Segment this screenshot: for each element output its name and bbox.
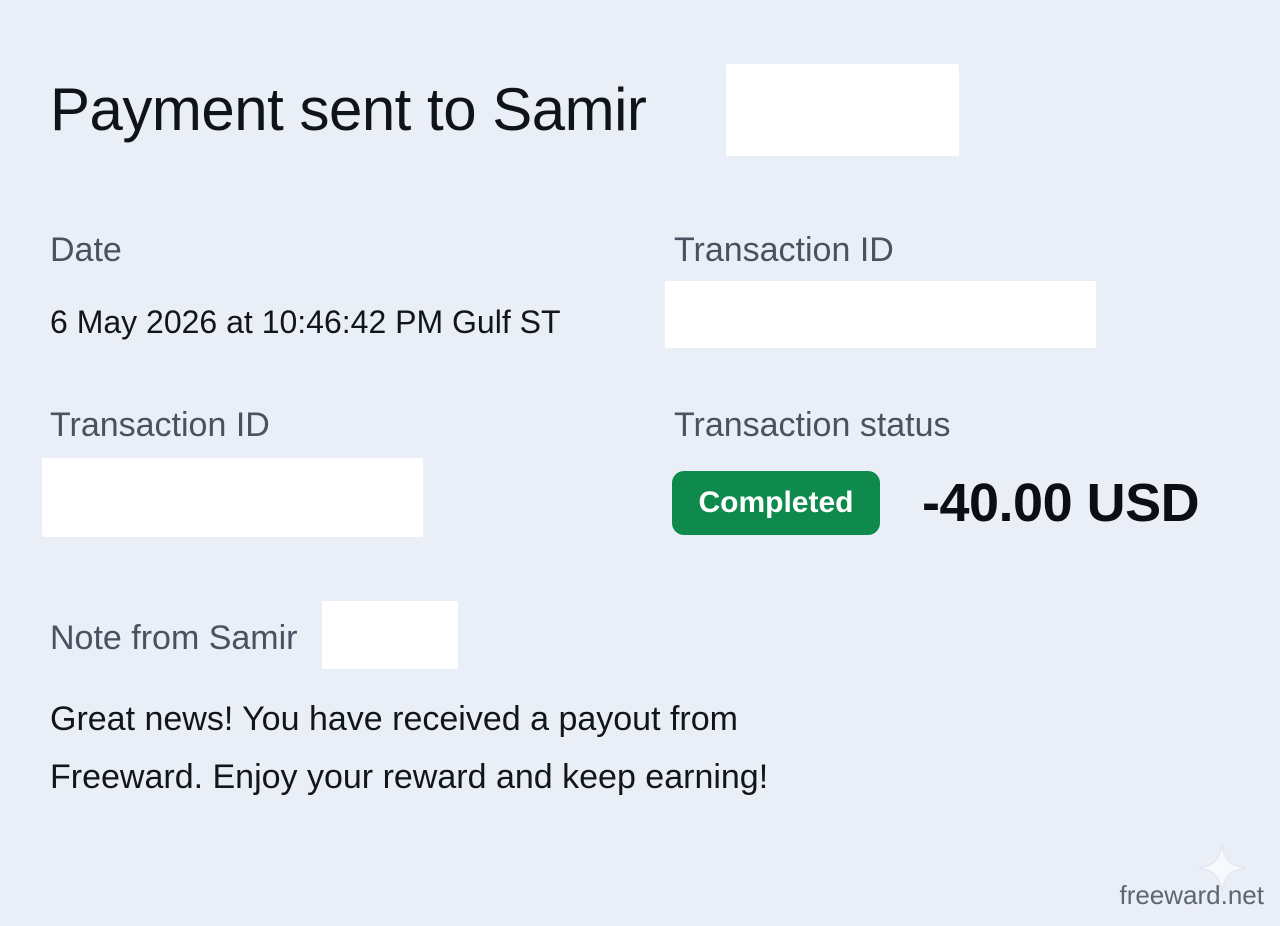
transaction-status-label: Transaction status (674, 406, 951, 444)
transaction-id-label-right: Transaction ID (674, 231, 894, 269)
transaction-amount: -40.00 USD (922, 473, 1200, 533)
page-title: Payment sent to Samir (50, 76, 647, 143)
redacted-transaction-id-right (665, 281, 1096, 348)
redacted-note-surname (322, 601, 458, 669)
note-label: Note from Samir (50, 619, 298, 657)
date-label: Date (50, 231, 122, 269)
redacted-surname (726, 64, 959, 156)
payment-receipt: Payment sent to Samir Date 6 May 2026 at… (0, 0, 1280, 926)
date-value: 6 May 2026 at 10:46:42 PM Gulf ST (50, 304, 561, 340)
status-badge: Completed (672, 471, 880, 535)
transaction-id-label-left: Transaction ID (50, 406, 270, 444)
watermark-text: freeward.net (1119, 880, 1264, 910)
note-text: Great news! You have received a payout f… (50, 700, 769, 796)
redacted-transaction-id-left (42, 458, 423, 537)
